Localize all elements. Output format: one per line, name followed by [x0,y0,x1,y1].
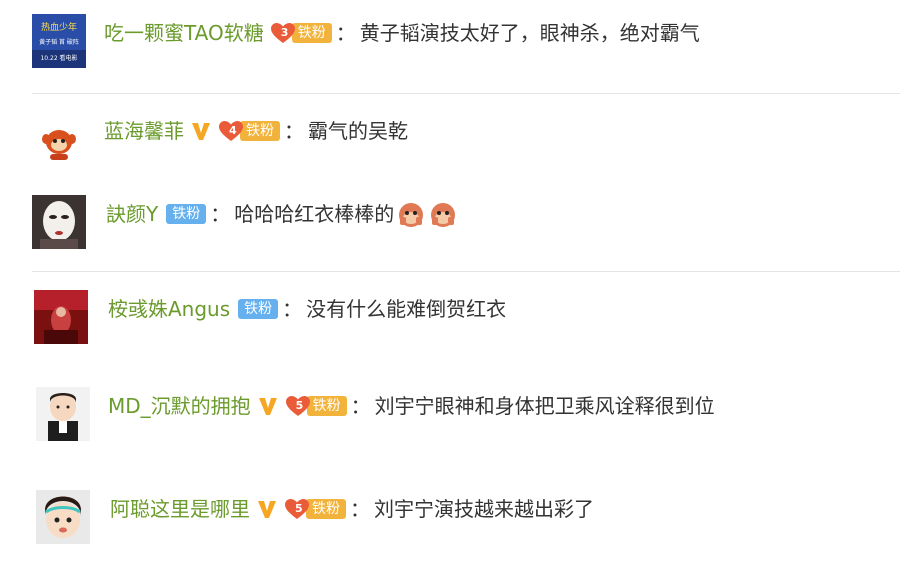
fan-label: 铁粉 [240,121,280,141]
fan-level-number: 4 [229,124,237,137]
username[interactable]: MD_沉默的拥抱 [108,391,251,421]
comment-item: MD_沉默的拥抱 5 铁粉 ： 刘宇宁眼神和身体把卫乘风诠释很到位 [0,387,900,447]
fan-level-badge: 5 铁粉 [285,396,347,416]
comment-text: 哈哈哈红衣棒棒的 [234,202,395,226]
separator: ： [335,21,356,45]
comment-text: 刘宇宁演技越来越出彩了 [374,497,594,521]
comment-item: 桉彧姝Angus 铁粉 ： 没有什么能难倒贺红衣 [0,290,900,350]
level-heart-icon: 5 [285,395,311,417]
separator: ： [284,119,304,143]
comment-item: 阿聪这里是哪里 5 铁粉 ： 刘宇宁演技越来越出彩了 [0,490,900,550]
level-heart-icon: 4 [218,120,244,142]
vip-icon [257,395,279,417]
comment-item: 蓝海馨菲 4 铁粉 ： 霸气的吴乾 [0,112,900,172]
level-heart-icon: 5 [284,498,310,520]
divider [32,271,900,272]
avatar[interactable] [36,490,90,544]
separator: ： [282,297,303,321]
username[interactable]: 訣颜Y [106,199,158,229]
fan-label: 铁粉 [291,23,332,43]
comment-text: 黄子韬演技太好了，眼神杀，绝对霸气 [359,21,700,45]
avatar[interactable] [34,290,88,344]
fan-label: 铁粉 [306,396,347,416]
comment-item: 訣颜Y 铁粉 ： 哈哈哈红衣棒棒的 [0,195,900,255]
separator: ： [350,497,370,521]
avatar[interactable]: 热血少年 黄子韬 首 破阵 10.22 看电影 [32,14,86,68]
username[interactable]: 吃一颗蜜TAO软糖 [104,18,264,48]
level-heart-icon: 3 [270,22,296,44]
fan-label: 铁粉 [238,299,279,319]
avatar-text: 热血少年 [41,21,77,33]
fan-label: 铁粉 [306,499,346,519]
avatar-text: 10.22 看电影 [40,54,77,62]
fan-level-badge: 4 铁粉 [218,121,280,141]
comment-text: 霸气的吴乾 [308,119,408,143]
vip-icon [256,498,278,520]
separator: ： [210,202,231,226]
monkey-face-emoji-icon [396,199,426,229]
username[interactable]: 阿聪这里是哪里 [110,494,250,524]
avatar[interactable] [36,387,90,441]
fan-level-number: 3 [280,26,289,39]
fan-level-number: 5 [295,399,304,412]
fan-level-badge: 3 铁粉 [270,23,332,43]
comment-text: 刘宇宁眼神和身体把卫乘风诠释很到位 [374,394,715,418]
username[interactable]: 蓝海馨菲 [104,116,184,146]
comment-text: 没有什么能难倒贺红衣 [306,297,507,321]
avatar[interactable] [32,195,86,249]
divider [32,93,900,94]
avatar-text: 黄子韬 首 破阵 [39,38,79,46]
comment-feed: 热血少年 黄子韬 首 破阵 10.22 看电影 吃一颗蜜TAO软糖 3 铁粉 ：… [0,0,900,572]
fan-level-number: 5 [295,502,303,515]
avatar[interactable] [32,112,86,166]
monkey-face-emoji-icon [428,199,458,229]
fan-label: 铁粉 [166,204,207,224]
username[interactable]: 桉彧姝Angus [108,294,230,324]
fan-level-badge: 5 铁粉 [284,499,346,519]
comment-item: 热血少年 黄子韬 首 破阵 10.22 看电影 吃一颗蜜TAO软糖 3 铁粉 ：… [0,14,900,74]
separator: ： [350,394,371,418]
vip-icon [190,120,212,142]
